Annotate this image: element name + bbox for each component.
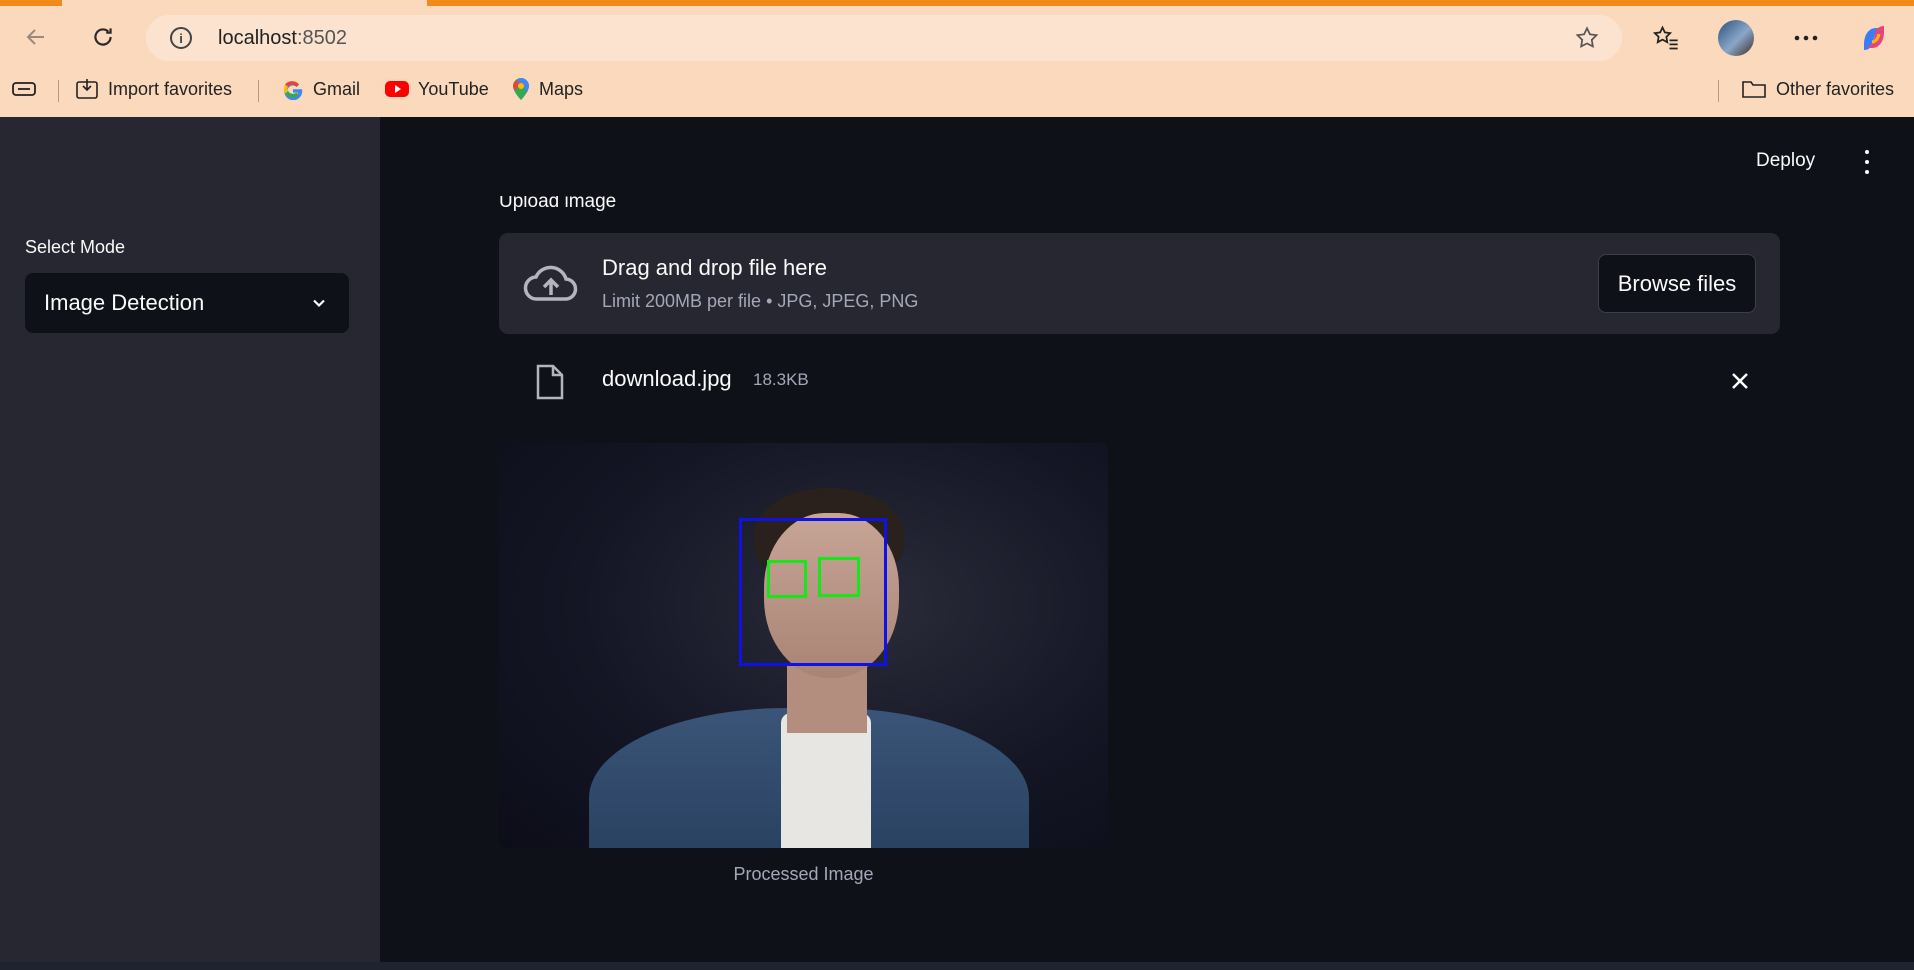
bookmark-label: YouTube [418, 78, 489, 99]
main-menu-icon[interactable] [1860, 150, 1874, 174]
bookmark-import-favorites[interactable]: Import favorites [75, 76, 232, 102]
uploaded-file-row: download.jpg 18.3KB [499, 358, 1780, 408]
tab-actions-icon[interactable] [12, 76, 36, 102]
back-icon[interactable] [16, 17, 56, 57]
image-caption: Processed Image [733, 864, 874, 884]
bookmarks-divider [258, 80, 259, 102]
close-icon[interactable] [1729, 370, 1751, 392]
browse-files-button[interactable]: Browse files [1598, 254, 1756, 313]
select-mode-label: Select Mode [25, 237, 126, 257]
url-host: localhost [218, 27, 297, 49]
mode-select[interactable]: Image Detection [25, 273, 349, 333]
import-icon [75, 78, 99, 100]
file-dropzone[interactable]: Drag and drop file here Limit 200MB per … [499, 233, 1780, 334]
face-detection-box [739, 518, 887, 666]
cloud-upload-icon [523, 259, 579, 307]
address-bar[interactable]: i localhost:8502 [146, 15, 1622, 61]
browser-chrome: i localhost:8502 Import favorites Gmail … [0, 0, 1914, 117]
eye-detection-box [767, 560, 807, 598]
copilot-icon[interactable] [1858, 22, 1890, 54]
chevron-down-icon [311, 295, 327, 311]
dropzone-subtitle: Limit 200MB per file • JPG, JPEG, PNG [602, 291, 919, 311]
folder-icon [1741, 78, 1767, 100]
url-text[interactable]: localhost:8502 [218, 27, 347, 50]
google-icon [282, 78, 304, 100]
file-size: 18.3KB [753, 370, 809, 389]
bookmark-other-favorites[interactable]: Other favorites [1741, 76, 1894, 102]
maps-icon [512, 77, 530, 101]
more-options-icon[interactable] [1790, 22, 1822, 54]
bookmarks-divider [1718, 80, 1719, 102]
mode-select-value: Image Detection [44, 290, 205, 315]
browser-toolbar: i localhost:8502 [0, 6, 1914, 68]
bookmarks-divider [58, 80, 59, 102]
refresh-icon[interactable] [83, 17, 123, 57]
bottom-edge [0, 962, 1914, 970]
bookmark-label: Other favorites [1776, 78, 1895, 99]
sidebar: Select Mode Image Detection [0, 117, 380, 962]
deploy-button[interactable]: Deploy [1756, 150, 1815, 172]
eye-detection-box [818, 557, 860, 597]
url-port: :8502 [296, 27, 347, 49]
bookmark-label: Gmail [313, 78, 361, 99]
bookmark-gmail[interactable]: Gmail [282, 76, 360, 102]
processed-image [499, 443, 1108, 848]
favorites-icon[interactable] [1650, 22, 1682, 54]
file-icon [536, 364, 564, 400]
bookmark-maps[interactable]: Maps [512, 76, 583, 102]
bookmark-label: Maps [539, 78, 584, 99]
youtube-icon [385, 80, 409, 98]
bookmark-label: Import favorites [108, 78, 233, 99]
photo-shirt [781, 713, 871, 848]
upload-label: Upload image [499, 196, 617, 212]
profile-avatar[interactable] [1718, 20, 1754, 56]
favorite-star-icon[interactable] [1574, 25, 1600, 51]
bookmarks-bar: Import favorites Gmail YouTube Maps Othe… [0, 68, 1914, 108]
site-info-icon[interactable]: i [170, 27, 192, 49]
bookmark-youtube[interactable]: YouTube [385, 76, 489, 102]
file-name: download.jpg [602, 366, 732, 391]
dropzone-title: Drag and drop file here [602, 255, 828, 280]
